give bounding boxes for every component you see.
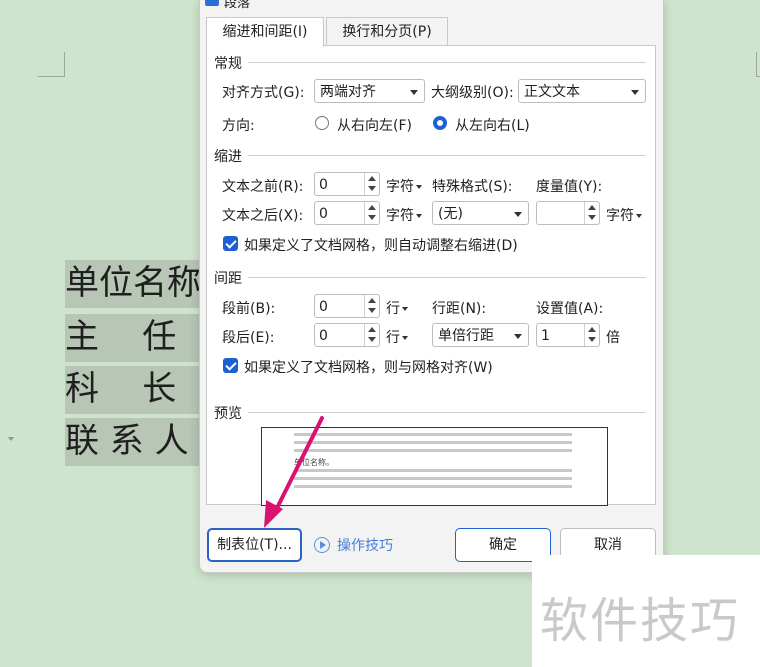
watermark: 软件技巧	[532, 555, 760, 667]
watermark-text: 软件技巧	[540, 593, 741, 649]
tab-indent-spacing[interactable]: 缩进和间距(I)	[206, 17, 324, 47]
